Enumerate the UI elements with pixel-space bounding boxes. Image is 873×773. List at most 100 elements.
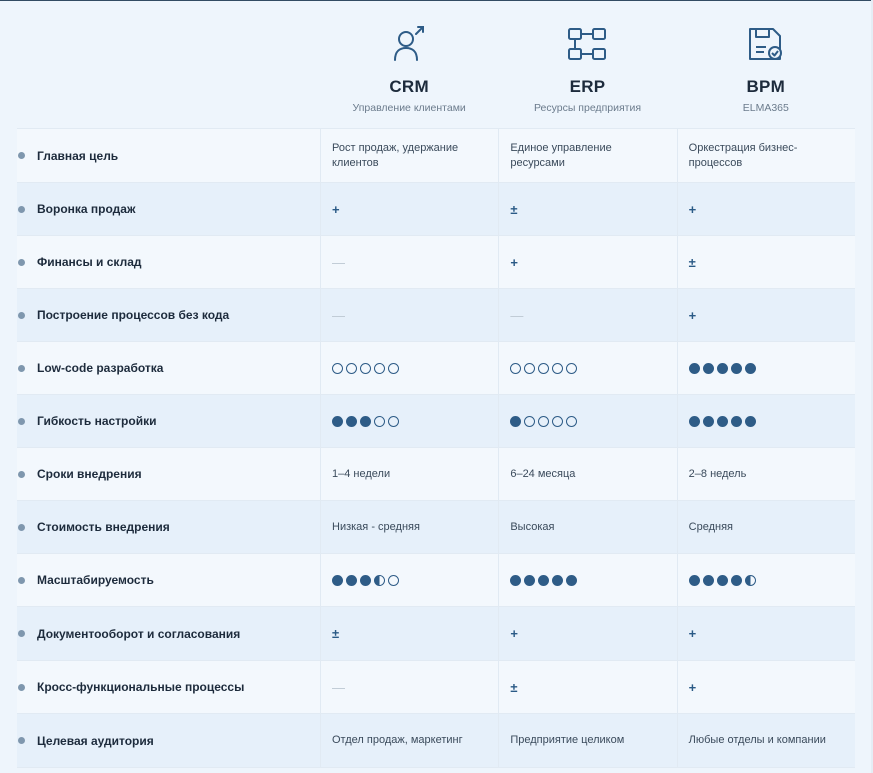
column-header-crm: CRM Управление клиентами [320,0,498,128]
column-header-bpm: BPM ELMA365 [677,0,855,128]
half-dot-icon [374,574,385,586]
empty-dot-icon [388,574,399,586]
empty-dot-icon [374,415,385,427]
table-cell: ± [676,236,855,288]
column-subtitle: Ресурсы предприятия [533,102,641,114]
status-symbol: + [688,626,697,641]
row-label: Финансы и склад [37,255,142,269]
table-cell: + [498,236,676,288]
row-label-cell: Кросс-функциональные процессы [17,661,320,713]
rating-dots [510,362,578,374]
rating-dots [688,415,756,427]
table-cell: — [320,289,498,341]
empty-dot-icon [332,362,343,374]
table-row: Сроки внедрения 1–4 недели 6–24 месяца 2–8 … [17,448,855,501]
row-label-cell: Воронка продаж [17,183,320,235]
rating-dots [510,415,578,427]
row-label-cell: Гибкость настройки [17,395,320,447]
bullet-icon [18,258,25,266]
empty-dot-icon [552,415,564,427]
table-row: Кросс-функциональные процессы — ± + [17,661,855,714]
empty-dot-icon [374,362,385,374]
cell-text: Единое управление ресурсами [510,141,612,169]
row-label: Построение процессов без кода [37,308,230,322]
bullet-icon [18,737,25,744]
filled-dot-icon [510,574,522,586]
empty-dot-icon [524,362,536,374]
table-cell: Предприятие целиком [498,714,676,767]
table-cell: + [676,661,855,713]
table-cell: Отдел продаж, маркетинг [320,714,498,767]
table-row: Гибкость настройки [17,395,855,448]
cell-text: Низкая - средняя [332,520,420,533]
row-label: Стоимость внедрения [37,520,170,534]
table-cell [676,342,855,394]
filled-dot-icon [510,415,522,427]
table-row: Документооборот и согласования ± + + [17,607,855,661]
bullet-icon [18,205,25,213]
status-symbol: + [510,626,518,641]
row-label-cell: Целевая аудитория [17,714,320,767]
table-cell: Средняя [676,501,855,553]
cell-text: 1–4 недели [332,467,391,480]
filled-dot-icon [730,362,742,374]
empty-dot-icon [346,362,357,374]
filled-dot-icon [730,574,742,586]
status-symbol: ± [510,679,518,695]
status-symbol: — [332,679,345,695]
row-label: Low-code разработка [37,361,164,375]
bullet-icon [18,152,25,159]
filled-dot-icon [716,574,728,586]
cell-text: Предприятие целиком [510,734,625,746]
table-cell: + [498,607,676,660]
status-symbol: ± [510,201,518,217]
table-cell: 1–4 недели [320,448,498,500]
row-label-cell: Построение процессов без кода [17,289,320,341]
table-cell: Рост продаж, удержание клиентов [320,129,498,182]
filled-dot-icon [716,415,728,427]
empty-dot-icon [524,415,536,427]
column-title: CRM [389,77,429,96]
table-cell [676,554,855,606]
status-symbol: — [332,307,345,323]
filled-dot-icon [346,415,357,427]
status-symbol: + [688,679,697,695]
table-cell: — [498,289,676,341]
table-cell: Высокая [498,501,676,553]
half-dot-icon [744,574,756,586]
filled-dot-icon [360,574,371,586]
filled-dot-icon [566,574,578,586]
table-cell: — [320,661,498,713]
filled-dot-icon [688,415,700,427]
filled-dot-icon [716,362,728,374]
bullet-icon [18,630,25,637]
cell-text: Оркестрация бизнес-процессов [688,141,798,169]
table-cell [320,554,498,606]
comparison-header: CRM Управление клиентами ERP Ресурсы пре… [320,0,855,128]
empty-dot-icon [566,362,578,374]
column-subtitle: Управление клиентами [352,102,466,114]
table-cell: + [676,607,855,660]
cell-text: 2–8 недель [688,467,747,480]
empty-dot-icon [360,362,371,374]
empty-dot-icon [388,362,399,374]
row-label: Гибкость настройки [37,414,157,428]
rating-dots [332,415,399,427]
rating-dots [688,362,756,374]
status-symbol: + [332,201,340,217]
bullet-icon [18,683,25,691]
empty-dot-icon [552,362,564,374]
bullet-icon [18,311,25,319]
table-cell: + [676,289,855,341]
table-row: Финансы и склад — + ± [17,236,855,289]
filled-dot-icon [332,415,343,427]
row-label-cell: Главная цель [17,129,320,182]
empty-dot-icon [566,415,578,427]
table-row: Целевая аудитория Отдел продаж, маркетинг… [17,714,855,768]
rating-dots [688,574,756,586]
table-cell: ± [320,607,498,660]
column-title: ERP [569,77,606,96]
filled-dot-icon [702,574,714,586]
table-cell: + [676,183,855,235]
row-label: Главная цель [37,148,119,163]
